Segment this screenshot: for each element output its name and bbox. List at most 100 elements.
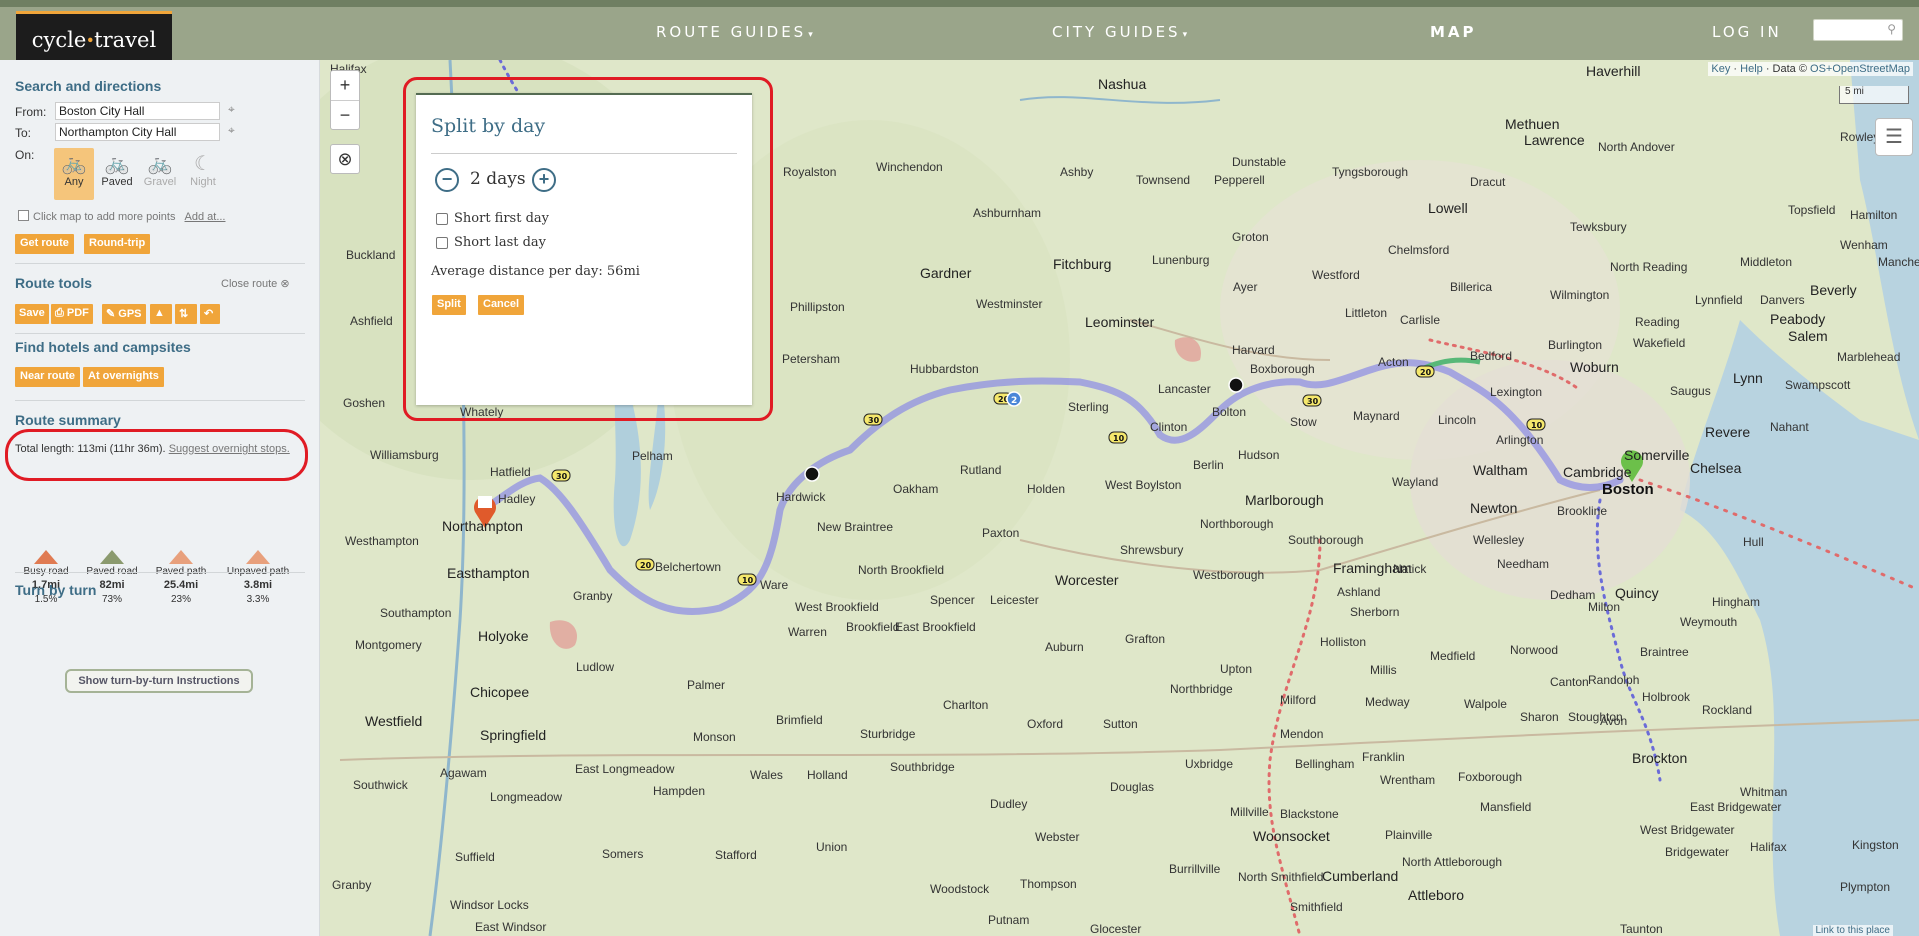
map-place-label: North Brookfield: [858, 563, 945, 577]
map-place-label: Woonsocket: [1253, 828, 1330, 844]
map-place-label: Lynn: [1733, 370, 1763, 386]
svg-text:30: 30: [1307, 397, 1319, 406]
zoom-in-button[interactable]: +: [331, 71, 359, 100]
map-place-label: Brookline: [1557, 504, 1608, 518]
locate-from-icon[interactable]: ⌖: [228, 102, 235, 117]
layers-icon[interactable]: ☰: [1875, 118, 1913, 156]
click-map-checkbox[interactable]: [18, 210, 29, 221]
map-place-label: Lawrence: [1524, 132, 1585, 148]
nav-map[interactable]: MAP: [1430, 23, 1477, 41]
close-route-link[interactable]: Close route ⊗: [221, 277, 290, 290]
undo-button[interactable]: ↶: [200, 304, 220, 324]
click-map-option[interactable]: Click map to add more points Add at...: [18, 210, 226, 223]
nav-city-guides[interactable]: CITY GUIDES ▾: [1052, 23, 1190, 41]
nav-route-guides[interactable]: ROUTE GUIDES ▾: [656, 23, 816, 41]
map-place-label: Southborough: [1288, 533, 1364, 547]
map-place-label: Lunenburg: [1152, 253, 1210, 267]
click-map-text: Click map to add more points: [33, 211, 176, 223]
map-place-label: Ayer: [1233, 280, 1258, 294]
urban-patch: [1410, 360, 1690, 600]
mode-gravel[interactable]: 🚲 Gravel: [140, 148, 180, 200]
map-place-label: Millville: [1230, 805, 1269, 819]
map-place-label: North Smithfield: [1238, 870, 1324, 884]
show-turn-by-turn-button[interactable]: Show turn-by-turn Instructions: [65, 669, 253, 693]
map-place-label: Grafton: [1125, 632, 1166, 646]
stat-unpaved-path: Unpaved path 3.8mi 3.3%: [222, 550, 294, 605]
map-place-label: Hamilton: [1850, 208, 1898, 222]
locate-to-icon[interactable]: ⌖: [228, 123, 235, 138]
map-place-label: Arlington: [1496, 433, 1544, 447]
mode-paved-label: Paved: [101, 176, 133, 188]
mode-night[interactable]: ☾ Night: [183, 148, 223, 200]
paved-path-icon: [169, 550, 193, 564]
overnight-moon-icon[interactable]: [804, 466, 820, 482]
map-place-label: Northampton: [442, 518, 523, 534]
map-place-label: Northborough: [1200, 517, 1274, 531]
divider: [15, 333, 305, 334]
key-link[interactable]: Key: [1711, 63, 1730, 75]
map-place-label: Westfield: [365, 713, 423, 729]
pdf-button[interactable]: ⎙ PDF: [51, 304, 93, 324]
reverse-route-button[interactable]: ⇅: [175, 304, 197, 324]
map-place-label: Dudley: [990, 797, 1028, 811]
map-place-label: Millis: [1370, 663, 1397, 677]
map-place-label: Granby: [332, 878, 372, 892]
zoom-out-button[interactable]: −: [331, 100, 359, 129]
map-place-label: Holland: [807, 768, 848, 782]
map-place-label: Dracut: [1470, 175, 1506, 189]
map-place-label: Townsend: [1136, 173, 1191, 187]
map-place-label: Brimfield: [776, 713, 823, 727]
nav-log-in[interactable]: LOG IN: [1712, 23, 1782, 41]
elevation-button[interactable]: ▲: [150, 304, 172, 324]
map-place-label: Putnam: [988, 913, 1030, 927]
site-logo[interactable]: cycle ∙ travel: [16, 11, 172, 65]
map-place-label: Pelham: [632, 449, 673, 463]
map-place-label: Buckland: [346, 248, 396, 262]
mode-any[interactable]: 🚲 Any: [54, 148, 94, 200]
gravel-bike-icon: 🚲: [147, 153, 173, 175]
map-place-label: Medway: [1365, 695, 1410, 709]
checkered-flag-icon: [478, 496, 492, 508]
map-place-label: Bolton: [1212, 405, 1247, 419]
map-place-label: Quincy: [1615, 585, 1659, 601]
header-search-input[interactable]: ⚲: [1813, 19, 1903, 41]
map-place-label: Upton: [1220, 662, 1253, 676]
map-place-label: Ashby: [1060, 165, 1094, 179]
near-route-button[interactable]: Near route: [15, 367, 81, 387]
osm-link[interactable]: OS+OpenStreetMap: [1810, 63, 1910, 75]
cancel-circle-icon[interactable]: ⊗: [330, 144, 360, 174]
magnifier-icon: ⚲: [1887, 22, 1896, 36]
add-at-link[interactable]: Add at...: [185, 211, 226, 223]
to-field[interactable]: Northampton City Hall: [55, 123, 220, 141]
get-route-button[interactable]: Get route: [15, 234, 74, 254]
save-button[interactable]: Save: [15, 304, 49, 324]
map-place-label: West Boylston: [1105, 478, 1182, 492]
svg-text:30: 30: [868, 416, 880, 425]
chevron-down-icon: ▾: [808, 30, 816, 40]
map-place-label: Beverly: [1810, 282, 1857, 298]
map-place-label: Agawam: [440, 766, 487, 780]
map-place-label: Pepperell: [1214, 173, 1265, 187]
map-place-label: Clinton: [1150, 420, 1188, 434]
round-trip-button[interactable]: Round-trip: [84, 234, 151, 254]
link-to-place[interactable]: Link to this place: [1812, 925, 1893, 936]
map-place-label: Norwood: [1510, 643, 1559, 657]
map-place-label: Reading: [1635, 315, 1680, 329]
busy-road-icon: [34, 550, 58, 564]
mode-paved[interactable]: 🚲 Paved: [97, 148, 137, 200]
gps-button[interactable]: ✎ GPS: [102, 304, 146, 324]
map-place-label: Lancaster: [1158, 382, 1211, 396]
map-place-label: Lexington: [1490, 385, 1543, 399]
data-credit: Data ©: [1772, 63, 1807, 75]
map-place-label: Palmer: [687, 678, 726, 692]
map-place-label: Somers: [602, 847, 644, 861]
search-heading: Search and directions: [15, 78, 162, 94]
stat-percent: 23%: [170, 594, 191, 605]
overnight-moon-icon[interactable]: [1228, 377, 1244, 393]
help-link[interactable]: Help: [1740, 63, 1763, 75]
at-overnights-button[interactable]: At overnights: [83, 367, 164, 387]
map-place-label: Goshen: [343, 396, 386, 410]
map-place-label: Taunton: [1620, 922, 1663, 936]
map-place-label: Ashfield: [350, 314, 393, 328]
from-field[interactable]: Boston City Hall: [55, 102, 220, 120]
